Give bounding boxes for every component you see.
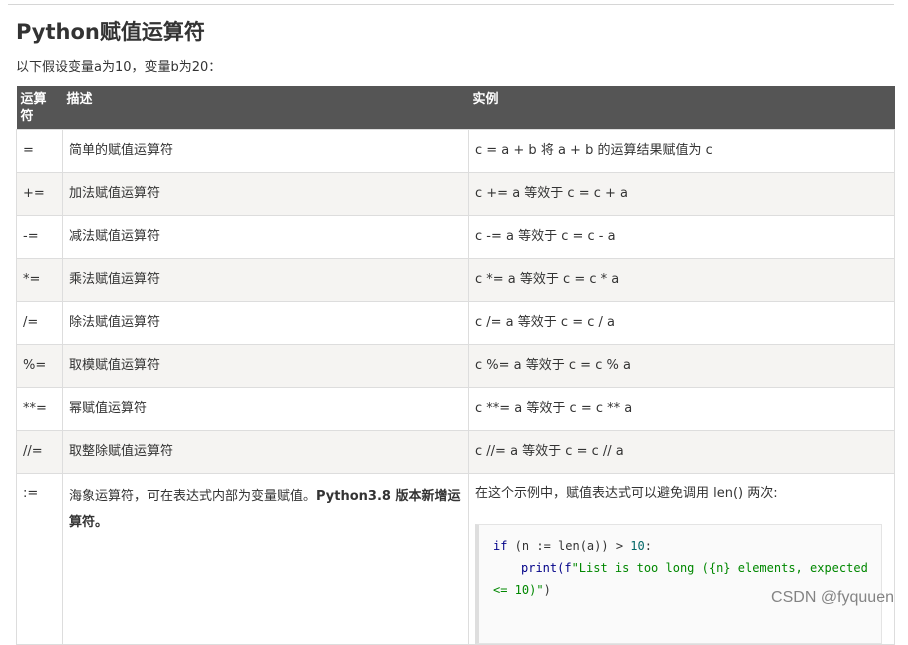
walrus-example-text: 在这个示例中，赋值表达式可以避免调用 len() 两次: bbox=[475, 486, 778, 501]
cell-operator: /= bbox=[16, 301, 63, 345]
cell-description: 海象运算符，可在表达式内部为变量赋值。Python3.8 版本新增运算符。 bbox=[62, 473, 469, 645]
cell-description: 取模赋值运算符 bbox=[62, 344, 469, 388]
cell-operator: *= bbox=[16, 258, 63, 302]
cell-example: c /= a 等效于 c = c / a bbox=[468, 301, 895, 345]
table-row: += 加法赋值运算符 c += a 等效于 c = c + a bbox=[16, 172, 895, 216]
table-row-walrus: := 海象运算符，可在表达式内部为变量赋值。Python3.8 版本新增运算符。… bbox=[16, 473, 895, 645]
code-keyword: if bbox=[493, 539, 508, 553]
cell-description: 取整除赋值运算符 bbox=[62, 430, 469, 474]
cell-description: 加法赋值运算符 bbox=[62, 172, 469, 216]
code-string: "List is too long ({n} elements, expecte… bbox=[571, 561, 868, 575]
cell-operator: := bbox=[16, 473, 63, 645]
code-text: ) bbox=[543, 583, 551, 597]
code-string: <= 10)" bbox=[493, 583, 544, 597]
code-block: if (n := len(a)) > 10: print(f"List is t… bbox=[475, 524, 882, 644]
cell-example: c %= a 等效于 c = c % a bbox=[468, 344, 895, 388]
header-description: 描述 bbox=[62, 86, 469, 130]
cell-example: c = a + b 将 a + b 的运算结果赋值为 c bbox=[468, 129, 895, 173]
cell-example: c *= a 等效于 c = c * a bbox=[468, 258, 895, 302]
table-row: = 简单的赋值运算符 c = a + b 将 a + b 的运算结果赋值为 c bbox=[16, 129, 895, 173]
table-row: *= 乘法赋值运算符 c *= a 等效于 c = c * a bbox=[16, 258, 895, 302]
cell-operator: += bbox=[16, 172, 63, 216]
cell-operator: **= bbox=[16, 387, 63, 431]
walrus-description-text: 海象运算符，可在表达式内部为变量赋值。 bbox=[69, 489, 317, 504]
code-function: print(f bbox=[521, 561, 572, 575]
table-header-row: 运算符 描述 实例 bbox=[16, 86, 895, 130]
intro-text: 以下假设变量a为10，变量b为20： bbox=[16, 60, 222, 75]
cell-operator: -= bbox=[16, 215, 63, 259]
cell-operator: = bbox=[16, 129, 63, 173]
header-example: 实例 bbox=[468, 86, 895, 130]
cell-example: c -= a 等效于 c = c - a bbox=[468, 215, 895, 259]
table-row: -= 减法赋值运算符 c -= a 等效于 c = c - a bbox=[16, 215, 895, 259]
code-line-2: print(f"List is too long ({n} elements, … bbox=[493, 557, 868, 579]
code-text: : bbox=[644, 539, 652, 553]
code-line-1: if (n := len(a)) > 10: bbox=[493, 535, 867, 557]
operators-table: 运算符 描述 实例 = 简单的赋值运算符 c = a + b 将 a + b 的… bbox=[16, 86, 895, 645]
cell-example: c += a 等效于 c = c + a bbox=[468, 172, 895, 216]
cell-description: 简单的赋值运算符 bbox=[62, 129, 469, 173]
cell-description: 减法赋值运算符 bbox=[62, 215, 469, 259]
cell-description: 幂赋值运算符 bbox=[62, 387, 469, 431]
cell-description: 除法赋值运算符 bbox=[62, 301, 469, 345]
table-row: //= 取整除赋值运算符 c //= a 等效于 c = c // a bbox=[16, 430, 895, 474]
cell-example: 在这个示例中，赋值表达式可以避免调用 len() 两次: if (n := le… bbox=[468, 473, 895, 645]
walrus-description: 海象运算符，可在表达式内部为变量赋值。Python3.8 版本新增运算符。 bbox=[69, 484, 462, 536]
cell-operator: //= bbox=[16, 430, 63, 474]
cell-operator: %= bbox=[16, 344, 63, 388]
cell-example: c **= a 等效于 c = c ** a bbox=[468, 387, 895, 431]
cell-description: 乘法赋值运算符 bbox=[62, 258, 469, 302]
cell-example: c //= a 等效于 c = c // a bbox=[468, 430, 895, 474]
table-row: **= 幂赋值运算符 c **= a 等效于 c = c ** a bbox=[16, 387, 895, 431]
code-text: (n := len(a)) > bbox=[507, 539, 631, 553]
table-row: /= 除法赋值运算符 c /= a 等效于 c = c / a bbox=[16, 301, 895, 345]
code-number: 10 bbox=[630, 539, 645, 553]
table-row: %= 取模赋值运算符 c %= a 等效于 c = c % a bbox=[16, 344, 895, 388]
watermark: CSDN @fyquuen bbox=[771, 589, 894, 606]
top-divider bbox=[8, 4, 894, 5]
header-operator: 运算符 bbox=[16, 86, 63, 130]
page-title: Python赋值运算符 bbox=[16, 20, 205, 44]
